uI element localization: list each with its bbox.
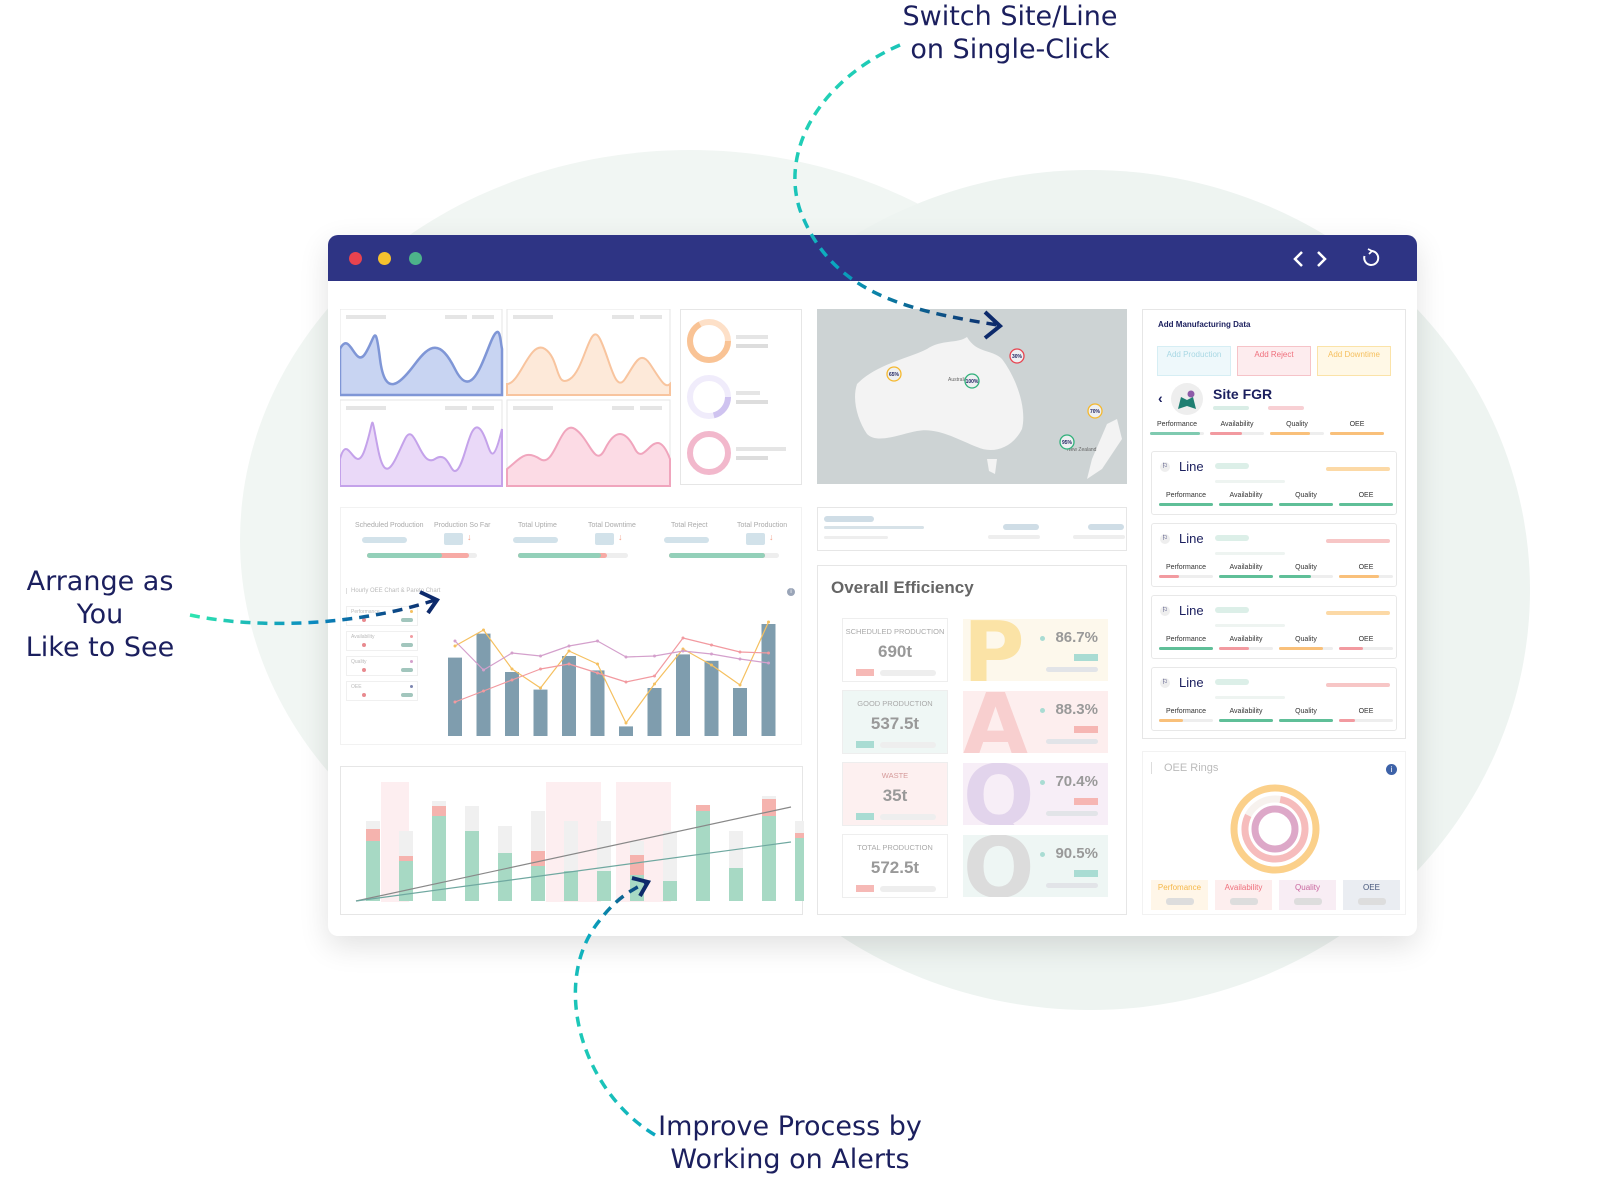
arrow-arrange <box>189 598 436 626</box>
arrow-improve <box>573 880 656 1137</box>
callout-arrows <box>189 43 1004 1137</box>
arrow-switch-site <box>793 43 999 327</box>
